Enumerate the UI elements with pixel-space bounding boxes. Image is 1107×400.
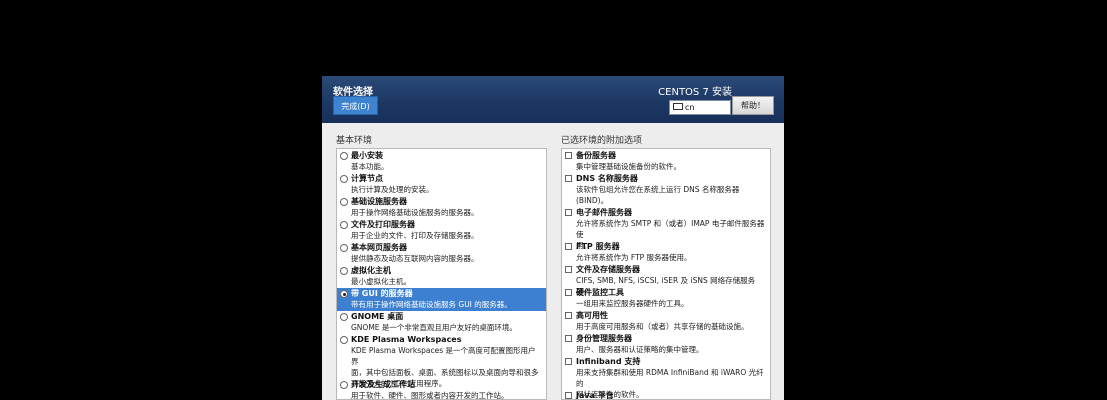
addon-name: Java 平台 (576, 391, 614, 400)
env-desc: 基本功能。 (351, 162, 389, 171)
env-option-virtualization-host[interactable]: 虚拟化主机 最小虚拟化主机。 (337, 265, 546, 288)
checkbox[interactable] (565, 289, 572, 296)
addon-desc: 一组用来监控服务器硬件的工具。 (576, 299, 689, 308)
env-desc: 用于操作网络基础设施服务的服务器。 (351, 208, 479, 217)
env-desc: 最小虚拟化主机。 (351, 277, 411, 286)
addons-list: 备份服务器 集中管理基础设施备份的软件。 DNS 名称服务器 该软件包组允许您在… (561, 148, 771, 400)
checkbox[interactable] (565, 152, 572, 159)
env-desc: 提供静态及动态互联网内容的服务器。 (351, 254, 479, 263)
addon-name: FTP 服务器 (576, 242, 620, 251)
addon-name: DNS 名称服务器 (576, 174, 638, 183)
product-title: CENTOS 7 安装 (658, 87, 732, 98)
env-desc: 用于软件、硬件、图形或者内容开发的工作站。 (351, 391, 509, 400)
env-option-file-print-server[interactable]: 文件及打印服务器 用于企业的文件、打印及存储服务器。 (337, 219, 546, 242)
env-option-compute-node[interactable]: 计算节点 执行计算及处理的安装。 (337, 173, 546, 196)
addon-option-identity-management[interactable]: 身份管理服务器 用户、服务器和认证策略的集中管理。 (562, 333, 770, 356)
addon-name: 电子邮件服务器 (576, 208, 632, 217)
addon-desc-line: (BIND)。 (576, 196, 609, 205)
env-option-minimal[interactable]: 最小安装 基本功能。 (337, 150, 546, 173)
radio-button-selected[interactable] (340, 290, 348, 298)
env-option-server-with-gui[interactable]: 带 GUI 的服务器 带有用于操作网络基础设施服务 GUI 的服务器。 (337, 288, 546, 311)
env-name: 开发及生成工作站 (351, 380, 415, 389)
addon-name: 硬件监控工具 (576, 288, 624, 297)
env-desc: 带有用于操作网络基础设施服务 GUI 的服务器。 (351, 300, 512, 309)
checkbox[interactable] (565, 209, 572, 216)
radio-button[interactable] (340, 221, 348, 229)
addon-option-java-platform[interactable]: Java 平台 (562, 390, 770, 400)
addon-name: Infiniband 支持 (576, 357, 641, 366)
env-desc-line: 面，其中包括面板、桌面、系统图标以及桌面向导和很多 (351, 368, 539, 377)
keyboard-layout-indicator[interactable]: cn (669, 100, 731, 115)
radio-button[interactable] (340, 267, 348, 275)
env-name: 基本网页服务器 (351, 243, 407, 252)
checkbox[interactable] (565, 358, 572, 365)
env-name: 计算节点 (351, 174, 383, 183)
addon-desc: 用于高度可用服务和（或者）共享存储的基础设施。 (576, 322, 749, 331)
env-name: 文件及打印服务器 (351, 220, 415, 229)
software-selection-window: 软件选择 完成(D) CENTOS 7 安装 cn 帮助！ 基本环境 已选环境的… (322, 76, 784, 400)
addon-option-backup-server[interactable]: 备份服务器 集中管理基础设施备份的软件。 (562, 150, 770, 173)
env-desc-line: KDE Plasma Workspaces 是一个高度可配置图形用户界 (351, 346, 536, 366)
radio-button[interactable] (340, 244, 348, 252)
env-name: GNOME 桌面 (351, 312, 404, 321)
env-name: 带 GUI 的服务器 (351, 289, 413, 298)
env-option-infrastructure-server[interactable]: 基础设施服务器 用于操作网络基础设施服务的服务器。 (337, 196, 546, 219)
header-bar: 软件选择 完成(D) CENTOS 7 安装 cn 帮助！ (322, 76, 784, 123)
addon-option-dns-server[interactable]: DNS 名称服务器 该软件包组允许您在系统上运行 DNS 名称服务器 (BIND… (562, 173, 770, 207)
checkbox[interactable] (565, 392, 572, 399)
radio-button[interactable] (340, 152, 348, 160)
base-environment-list: 最小安装 基本功能。 计算节点 执行计算及处理的安装。 基础设施服务器 用于操作… (336, 148, 547, 400)
checkbox[interactable] (565, 266, 572, 273)
addon-desc-line: 该软件包组允许您在系统上运行 DNS 名称服务器 (576, 185, 740, 194)
addon-desc: 集中管理基础设施备份的软件。 (576, 162, 681, 171)
addon-desc: 用户、服务器和认证策略的集中管理。 (576, 345, 704, 354)
addon-name: 身份管理服务器 (576, 334, 632, 343)
addon-option-infiniband[interactable]: Infiniband 支持 用来支持集群和使用 RDMA InfiniBand … (562, 356, 770, 399)
radio-button[interactable] (340, 198, 348, 206)
env-name: 基础设施服务器 (351, 197, 407, 206)
addons-label: 已选环境的附加选项 (561, 136, 643, 146)
addon-desc: 允许将系统作为 FTP 服务器使用。 (576, 253, 692, 262)
env-option-basic-web-server[interactable]: 基本网页服务器 提供静态及动态互联网内容的服务器。 (337, 242, 546, 265)
addon-option-email-server[interactable]: 电子邮件服务器 允许将系统作为 SMTP 和（或者）IMAP 电子邮件服务器使 … (562, 207, 770, 250)
env-desc: 执行计算及处理的安装。 (351, 185, 434, 194)
checkbox[interactable] (565, 243, 572, 250)
addon-name: 高可用性 (576, 311, 608, 320)
env-option-gnome-desktop[interactable]: GNOME 桌面 GNOME 是一个非常直观且用户友好的桌面环境。 (337, 311, 546, 334)
keyboard-icon (673, 103, 683, 110)
help-button[interactable]: 帮助！ (732, 96, 774, 115)
addon-option-file-storage-server[interactable]: 文件及存储服务器 CIFS, SMB, NFS, iSCSI, iSER 及 i… (562, 264, 770, 296)
radio-button[interactable] (340, 175, 348, 183)
radio-button[interactable] (340, 336, 348, 344)
addon-option-ftp-server[interactable]: FTP 服务器 允许将系统作为 FTP 服务器使用。 (562, 241, 770, 264)
radio-button[interactable] (340, 313, 348, 321)
env-desc: GNOME 是一个非常直观且用户友好的桌面环境。 (351, 323, 517, 332)
base-environment-label: 基本环境 (336, 136, 373, 146)
radio-button[interactable] (340, 381, 348, 389)
addon-option-hardware-monitoring[interactable]: 硬件监控工具 一组用来监控服务器硬件的工具。 (562, 287, 770, 310)
addon-name: 文件及存储服务器 (576, 265, 640, 274)
env-option-kde-plasma[interactable]: KDE Plasma Workspaces KDE Plasma Workspa… (337, 334, 546, 388)
checkbox[interactable] (565, 312, 572, 319)
addon-option-high-availability[interactable]: 高可用性 用于高度可用服务和（或者）共享存储的基础设施。 (562, 310, 770, 333)
checkbox[interactable] (565, 175, 572, 182)
env-name: 虚拟化主机 (351, 266, 391, 275)
env-desc: 用于企业的文件、打印及存储服务器。 (351, 231, 479, 240)
addon-desc-line: 用来支持集群和使用 RDMA InfiniBand 和 iWARO 光纤的 (576, 368, 764, 388)
addon-name: 备份服务器 (576, 151, 616, 160)
env-option-development-workstation[interactable]: 开发及生成工作站 用于软件、硬件、图形或者内容开发的工作站。 (337, 379, 546, 400)
addon-desc-line: 允许将系统作为 SMTP 和（或者）IMAP 电子邮件服务器使 (576, 219, 765, 239)
checkbox[interactable] (565, 335, 572, 342)
env-name: KDE Plasma Workspaces (351, 335, 462, 344)
env-name: 最小安装 (351, 151, 383, 160)
done-button[interactable]: 完成(D) (333, 96, 378, 115)
keyboard-layout-label: cn (685, 103, 695, 112)
